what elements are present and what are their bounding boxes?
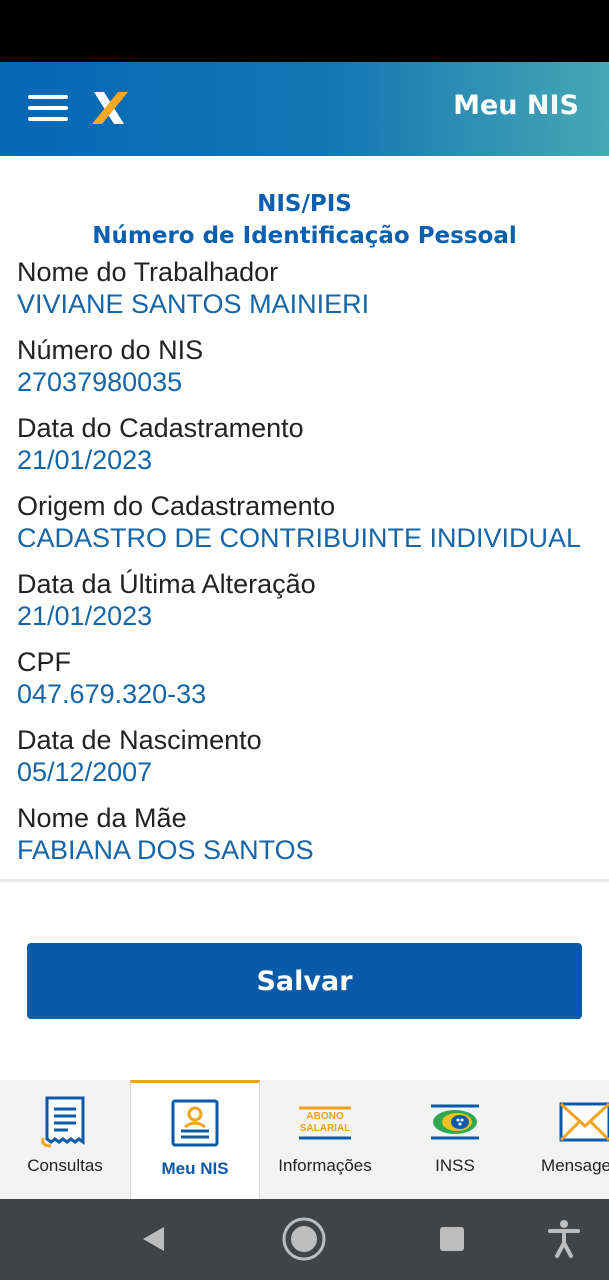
field-label: Data do Cadastramento	[17, 413, 304, 443]
hamburger-line	[28, 95, 68, 99]
nav-item-informacoes[interactable]: ABONO SALARIAL Informações	[260, 1080, 390, 1199]
hamburger-line	[28, 106, 68, 110]
bottom-nav: Consultas Meu NIS ABONO SALARIAL Informa…	[0, 1080, 609, 1199]
field-value: 27037980035	[17, 367, 183, 397]
nav-item-mensagens[interactable]: Mensagens	[520, 1080, 609, 1199]
svg-text:SALARIAL: SALARIAL	[300, 1123, 351, 1134]
field-cpf: CPF 047.679.320-33	[17, 646, 609, 724]
nav-item-consultas[interactable]: Consultas	[0, 1080, 130, 1199]
home-icon[interactable]	[280, 1215, 328, 1263]
back-icon[interactable]	[130, 1215, 178, 1263]
nav-label: Consultas	[27, 1156, 103, 1175]
field-value: VIVIANE SANTOS MAINIERI	[17, 289, 370, 319]
page-title: Meu NIS	[453, 90, 579, 121]
field-label: Número do NIS	[17, 335, 204, 365]
hamburger-line	[28, 117, 68, 121]
nav-item-inss[interactable]: INSS	[390, 1080, 520, 1199]
field-value: 05/12/2007	[17, 757, 153, 787]
section-title: NIS/PIS	[257, 191, 352, 217]
field-value: CADASTRO DE CONTRIBUINTE INDIVIDUAL	[17, 523, 582, 553]
id-card-icon	[171, 1099, 219, 1147]
menu-button[interactable]	[28, 95, 70, 123]
receipt-icon	[41, 1096, 85, 1148]
field-label: Data da Última Alteração	[17, 569, 316, 599]
caixa-logo-icon	[92, 92, 128, 124]
field-mother-name: Nome da Mãe FABIANA DOS SANTOS	[17, 802, 609, 880]
save-button[interactable]: Salvar	[27, 943, 582, 1019]
field-label: CPF	[17, 647, 71, 677]
field-label: Nome da Mãe	[17, 803, 187, 833]
field-list: Nome do Trabalhador VIVIANE SANTOS MAINI…	[0, 256, 609, 880]
status-bar	[0, 0, 609, 62]
nav-label: Mensagens	[541, 1156, 609, 1175]
section-subtitle: Número de Identificação Pessoal	[92, 223, 517, 249]
app-bar: Meu NIS	[0, 62, 609, 156]
nav-label: INSS	[435, 1156, 475, 1175]
recents-icon[interactable]	[428, 1215, 476, 1263]
accessibility-icon[interactable]	[540, 1215, 588, 1263]
envelope-icon	[559, 1102, 609, 1142]
nav-label: Informações	[278, 1156, 372, 1175]
system-navigation-bar	[0, 1199, 609, 1280]
nav-label: Meu NIS	[161, 1159, 229, 1178]
divider	[0, 879, 609, 882]
field-value: 047.679.320-33	[17, 679, 207, 709]
field-value: 21/01/2023	[17, 445, 153, 475]
nis-details: NIS/PIS Número de Identificação Pessoal …	[0, 188, 609, 880]
svg-text:ABONO: ABONO	[306, 1111, 343, 1122]
field-registration-origin: Origem do Cadastramento CADASTRO DE CONT…	[17, 490, 609, 568]
field-label: Nome do Trabalhador	[17, 257, 279, 287]
field-value: FABIANA DOS SANTOS	[17, 835, 314, 865]
field-registration-date: Data do Cadastramento 21/01/2023	[17, 412, 609, 490]
abono-salarial-icon: ABONO SALARIAL	[299, 1106, 351, 1140]
inss-logo-icon	[431, 1104, 479, 1140]
field-worker-name: Nome do Trabalhador VIVIANE SANTOS MAINI…	[17, 256, 609, 334]
field-last-change-date: Data da Última Alteração 21/01/2023	[17, 568, 609, 646]
nav-item-meu-nis[interactable]: Meu NIS	[130, 1080, 260, 1199]
field-birth-date: Data de Nascimento 05/12/2007	[17, 724, 609, 802]
field-nis-number: Número do NIS 27037980035	[17, 334, 609, 412]
field-value: 21/01/2023	[17, 601, 153, 631]
field-label: Data de Nascimento	[17, 725, 262, 755]
field-label: Origem do Cadastramento	[17, 491, 336, 521]
